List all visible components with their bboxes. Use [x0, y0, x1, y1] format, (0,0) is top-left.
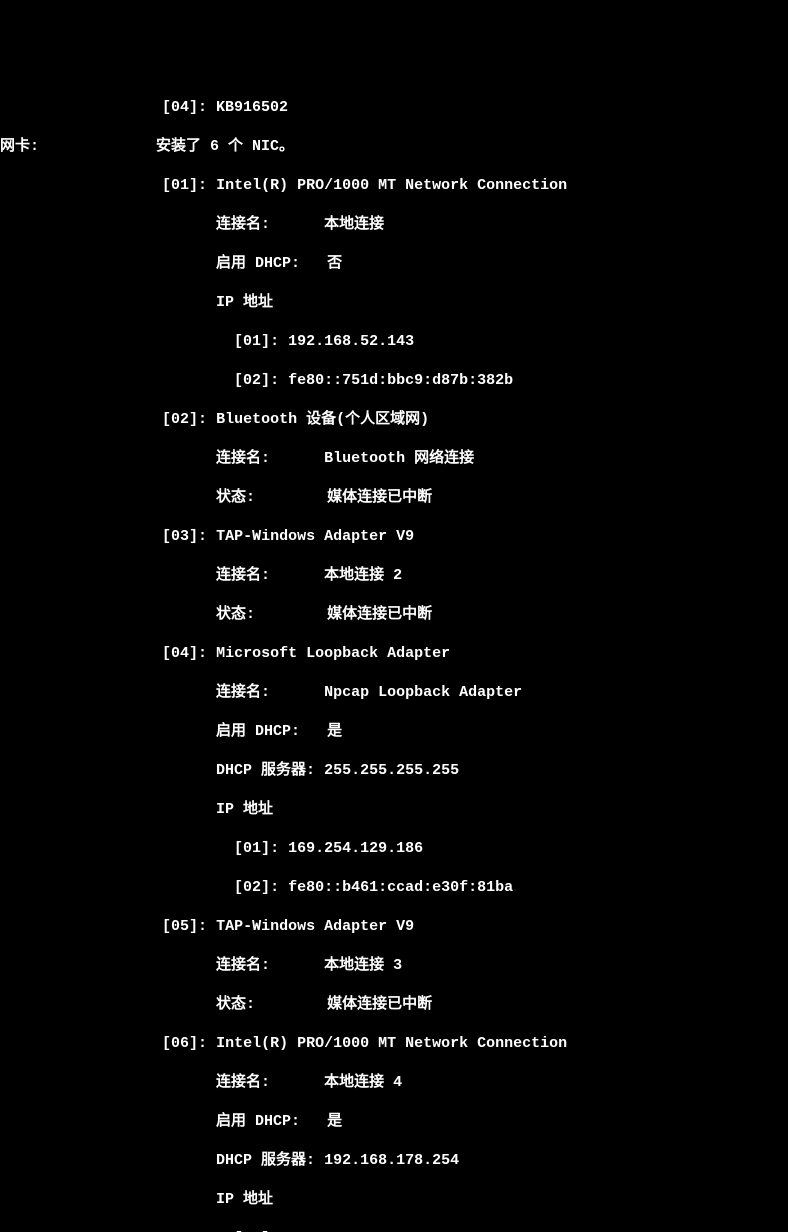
adapter-1-conn: 连接名: 本地连接 — [0, 215, 788, 235]
adapter-1-dhcp: 启用 DHCP: 否 — [0, 254, 788, 274]
adapter-3-name: [03]: TAP-Windows Adapter V9 — [0, 527, 788, 547]
adapter-3-conn: 连接名: 本地连接 2 — [0, 566, 788, 586]
adapter-4-dhcp-server: DHCP 服务器: 255.255.255.255 — [0, 761, 788, 781]
adapter-1-ip2: [02]: fe80::751d:bbc9:d87b:382b — [0, 371, 788, 391]
adapter-4-name: [04]: Microsoft Loopback Adapter — [0, 644, 788, 664]
adapter-6-dhcp: 启用 DHCP: 是 — [0, 1112, 788, 1132]
adapter-1-name: [01]: Intel(R) PRO/1000 MT Network Conne… — [0, 176, 788, 196]
adapter-4-dhcp: 启用 DHCP: 是 — [0, 722, 788, 742]
nic-header-line: 网卡: 安装了 6 个 NIC。 — [0, 137, 788, 157]
adapter-2-conn: 连接名: Bluetooth 网络连接 — [0, 449, 788, 469]
nic-label: 网卡: — [0, 138, 39, 155]
adapter-6-iplabel: IP 地址 — [0, 1190, 788, 1210]
adapter-5-conn: 连接名: 本地连接 3 — [0, 956, 788, 976]
adapter-4-ip1: [01]: 169.254.129.186 — [0, 839, 788, 859]
terminal-output: [04]: KB916502 网卡: 安装了 6 个 NIC。 [01]: In… — [0, 78, 788, 1232]
nic-summary: 安装了 6 个 NIC。 — [156, 138, 294, 155]
adapter-6-dhcp-server: DHCP 服务器: 192.168.178.254 — [0, 1151, 788, 1171]
adapter-2-name: [02]: Bluetooth 设备(个人区域网) — [0, 410, 788, 430]
adapter-2-status: 状态: 媒体连接已中断 — [0, 488, 788, 508]
adapter-5-name: [05]: TAP-Windows Adapter V9 — [0, 917, 788, 937]
adapter-6-ip1: [01]: 192.168.178.132 — [0, 1229, 788, 1232]
adapter-5-status: 状态: 媒体连接已中断 — [0, 995, 788, 1015]
adapter-4-ip2: [02]: fe80::b461:ccad:e30f:81ba — [0, 878, 788, 898]
adapter-1-iplabel: IP 地址 — [0, 293, 788, 313]
adapter-6-conn: 连接名: 本地连接 4 — [0, 1073, 788, 1093]
adapter-4-iplabel: IP 地址 — [0, 800, 788, 820]
prev-line: [04]: KB916502 — [0, 98, 788, 118]
adapter-6-name: [06]: Intel(R) PRO/1000 MT Network Conne… — [0, 1034, 788, 1054]
adapter-3-status: 状态: 媒体连接已中断 — [0, 605, 788, 625]
adapter-4-conn: 连接名: Npcap Loopback Adapter — [0, 683, 788, 703]
adapter-1-ip1: [01]: 192.168.52.143 — [0, 332, 788, 352]
